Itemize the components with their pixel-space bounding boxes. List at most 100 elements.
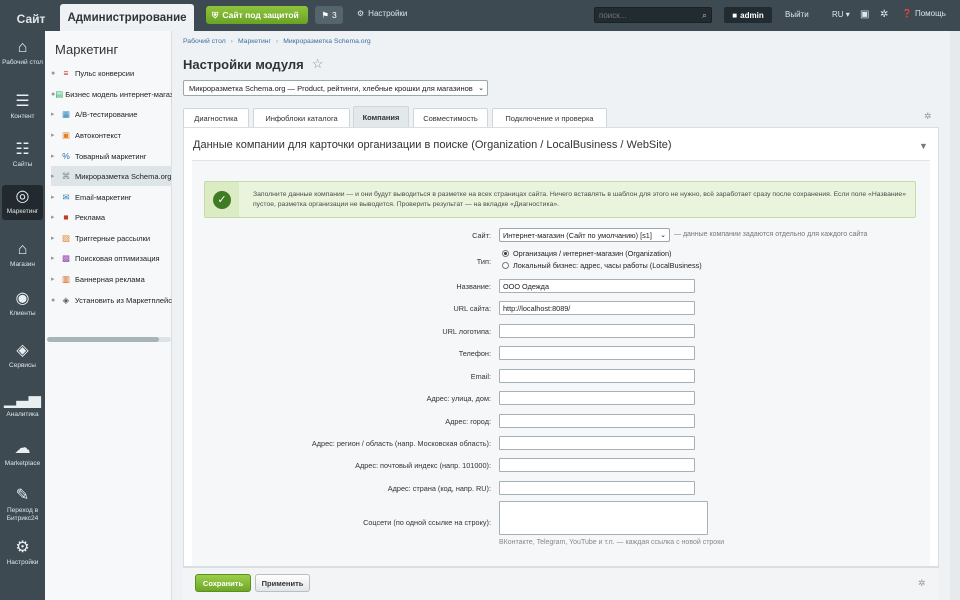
help-link[interactable]: ❓ Помощь <box>902 9 946 18</box>
site-label: Сайт: <box>472 231 491 240</box>
sidebar-item[interactable]: ▸ ▩ Поисковая оптимизация <box>51 248 172 268</box>
sidebar-item[interactable]: ● ◈ Установить из Маркетплейс <box>51 290 172 310</box>
banner-icon: ▥ <box>61 273 71 284</box>
sidebar-item-label: Email-маркетинг <box>75 192 132 202</box>
module-select-value: Микроразметка Schema.org — Product, рейт… <box>189 83 473 93</box>
phone-input[interactable] <box>499 346 695 360</box>
tab-connection[interactable]: Подключение и проверка <box>492 108 607 127</box>
expand-arrow-icon: ▸ <box>51 214 55 221</box>
calendar-24-icon: ☷ <box>15 141 30 158</box>
postal-code-input[interactable] <box>499 458 695 472</box>
country-input[interactable] <box>499 481 695 495</box>
sidebar-item[interactable]: ●▤Бизнес модель интернет-магазина <box>51 84 172 104</box>
sidebar-item[interactable]: ▸ ▥ Баннерная реклама <box>51 269 172 289</box>
expand-arrow-icon: ▸ <box>51 153 55 160</box>
email-input[interactable] <box>499 369 695 383</box>
sidebar-item[interactable]: ▸ ✉ Email-маркетинг <box>51 187 172 207</box>
type-radio-localbusiness[interactable]: Локальный бизнес: адрес, часы работы (Lo… <box>502 261 702 270</box>
tab-admin[interactable]: Администрирование <box>60 4 194 31</box>
basket-icon: ⌂ <box>17 241 28 258</box>
breadcrumb-item[interactable]: Рабочий стол <box>183 38 226 45</box>
field-label-name: Название: <box>456 282 491 291</box>
nav-clients[interactable]: ◉ Клиенты <box>2 290 43 318</box>
page-scrollbar[interactable] <box>950 31 960 600</box>
sidebar-item[interactable]: ▸ ▣ Автоконтекст <box>51 125 172 145</box>
settings-link[interactable]: ⚙ Настройки <box>357 9 407 18</box>
logout-link[interactable]: Выйти <box>785 10 809 19</box>
sidebar-item[interactable]: ▸ ▦ A/B-тестирование <box>51 104 172 124</box>
sidebar-item[interactable]: ▸% Товарный маркетинг <box>51 146 172 166</box>
notifications-button[interactable]: ⚑ 3 <box>315 6 343 24</box>
search-icon[interactable]: ⌕ <box>702 10 707 21</box>
sidebar-item[interactable]: ● ≡ Пульс конверсии <box>51 63 172 83</box>
search-input[interactable] <box>595 8 695 22</box>
type-radio-organization[interactable]: Организация / интернет-магазин (Organiza… <box>502 249 671 258</box>
language-label: RU <box>832 10 844 19</box>
apply-button[interactable]: Применить <box>255 574 310 592</box>
pin-icon[interactable]: ✲ <box>918 578 926 589</box>
tab-catalog-iblocks[interactable]: Инфоблоки каталога <box>253 108 350 127</box>
expand-arrow-icon: ▸ <box>51 132 55 139</box>
breadcrumb-item[interactable]: Маркетинг <box>238 38 271 45</box>
logo-url-input[interactable] <box>499 324 695 338</box>
user-button[interactable]: ■ admin <box>724 7 772 23</box>
site-url-input[interactable]: http://localhost:8089/ <box>499 301 695 315</box>
tab-site[interactable]: Сайт <box>8 6 54 31</box>
language-select[interactable]: RU ▾ <box>832 10 850 19</box>
nav-marketplace[interactable]: ☁ Marketplace <box>2 440 43 468</box>
collapse-arrow-icon[interactable]: ▼ <box>919 141 928 151</box>
street-input[interactable] <box>499 391 695 405</box>
layers-icon: ◈ <box>16 342 29 359</box>
question-icon: ❓ <box>902 9 912 18</box>
tab-company[interactable]: Компания <box>353 106 409 127</box>
scrollbar-thumb[interactable] <box>47 337 159 342</box>
gear-icon: ⚙ <box>15 539 30 556</box>
nav-shop[interactable]: ⌂ Магазин <box>2 241 43 269</box>
percent-icon: % <box>62 151 70 161</box>
site-protected-button[interactable]: ⛨ Сайт под защитой <box>206 6 308 24</box>
nav-desktop[interactable]: ⌂ Рабочий стол <box>2 39 43 67</box>
sidebar-item[interactable]: ▸ ■ Реклама <box>51 207 172 227</box>
star-icon[interactable]: ☆ <box>312 56 324 72</box>
social-hint: ВКонтакте, Telegram, YouTube и т.п. — ка… <box>499 539 725 546</box>
install-icon: ◈ <box>62 294 70 305</box>
window-icon[interactable]: ▣ <box>860 9 869 20</box>
sidebar-item-label: A/B-тестирование <box>75 109 138 119</box>
module-select[interactable]: Микроразметка Schema.org — Product, рейт… <box>183 80 488 96</box>
nav-sites[interactable]: ☷ Сайты <box>2 141 43 169</box>
name-input[interactable]: ООО Одежда <box>499 279 695 293</box>
section-title: Данные компании для карточки организации… <box>193 139 672 151</box>
expand-arrow-icon: ▸ <box>51 173 55 180</box>
target-icon: ◎ <box>15 188 30 205</box>
tab-compatibility[interactable]: Совместимость <box>413 108 488 127</box>
breadcrumb-item[interactable]: Микроразметка Schema.org <box>283 38 370 45</box>
sidebar-item[interactable]: ▸ ▨ Триггерные рассылки <box>51 228 172 248</box>
sidebar-scrollbar[interactable] <box>47 337 171 342</box>
nav-label: Сервисы <box>9 362 36 369</box>
save-button[interactable]: Сохранить <box>195 574 251 592</box>
radio-checked-icon <box>502 250 509 257</box>
nav-content[interactable]: ☰ Контент <box>2 93 43 121</box>
markup-icon: ⌘ <box>61 170 71 181</box>
pin-icon[interactable]: ✲ <box>924 111 932 122</box>
field-label-country: Адрес: страна (код, напр. RU): <box>387 484 491 493</box>
sidebar: Маркетинг ● ≡ Пульс конверсии ● ▤ Бизнес мод… <box>45 31 172 600</box>
site-select[interactable]: Интернет-магазин (Сайт по умолчанию) [s1… <box>499 228 670 242</box>
footer-bar: Сохранить Применить ✲ <box>183 567 939 600</box>
tab-diagnostics[interactable]: Диагностика <box>183 108 249 127</box>
page-title: Настройки модуля ☆ <box>183 56 323 72</box>
nav-analytics[interactable]: ▁▃▅ Аналитика <box>2 391 43 419</box>
nav-services[interactable]: ◈ Сервисы <box>2 342 43 370</box>
nav-bitrix24[interactable]: ✎ Переход в Битрикс24 <box>2 487 43 522</box>
social-textarea[interactable] <box>499 501 708 535</box>
nav-label: Настройки <box>6 559 39 566</box>
pulse-icon: ≡ <box>63 68 69 78</box>
chevron-down-icon: ⌄ <box>478 85 484 92</box>
region-input[interactable] <box>499 436 695 450</box>
city-input[interactable] <box>499 414 695 428</box>
nav-marketing[interactable]: ◎ Маркетинг <box>2 185 43 220</box>
pin-icon[interactable]: ✲ <box>880 9 888 20</box>
sidebar-item-active[interactable]: ▸ ⌘ Микроразметка Schema.org <box>51 166 172 186</box>
nav-settings[interactable]: ⚙ Настройки <box>2 539 43 567</box>
notifications-count: 3 <box>331 10 337 20</box>
